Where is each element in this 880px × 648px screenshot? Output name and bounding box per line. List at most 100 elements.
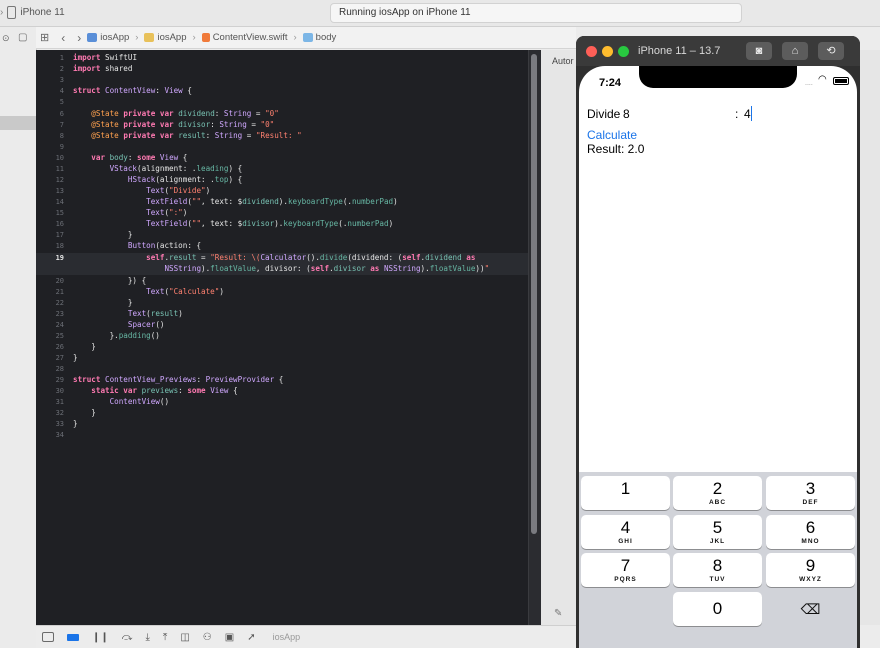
forward-arrow-icon[interactable]: › — [77, 31, 81, 45]
divisor-field[interactable] — [744, 107, 804, 121]
key-7[interactable]: 7 PQRS — [581, 553, 670, 587]
zoom-button[interactable] — [618, 46, 629, 57]
code-line: Text(result) — [127, 309, 183, 318]
pause-icon[interactable]: ❙❙ — [92, 632, 109, 643]
code-line: } — [73, 298, 133, 307]
key-4[interactable]: 4 GHI — [581, 515, 670, 549]
code-line: static var previews: some View { — [91, 386, 238, 395]
code-line: } — [73, 408, 96, 417]
battery-icon — [833, 77, 849, 85]
key-8[interactable]: 8 TUV — [673, 553, 762, 587]
key-9[interactable]: 9 WXYZ — [766, 553, 855, 587]
rotate-button[interactable]: ⟲ — [818, 42, 844, 60]
line-number: 23 — [55, 310, 64, 318]
line-number: 4 — [59, 87, 64, 95]
step-out-icon[interactable]: ⤒ — [163, 632, 167, 643]
home-button[interactable]: ⌂ — [782, 42, 808, 60]
hide-debug-area-icon[interactable] — [42, 632, 54, 642]
phone-screen: 7:24 .... ◠ Divide : Calculate Result: 2… — [579, 66, 857, 648]
step-over-icon[interactable]: ⤼ — [122, 632, 133, 643]
code-line: Button(action: { — [127, 241, 202, 250]
grid-icon[interactable]: ⊞ — [40, 31, 49, 44]
signal-icon: .... — [805, 80, 813, 87]
delete-key[interactable]: ⌫ — [766, 592, 855, 626]
code-line: Spacer() — [127, 320, 165, 329]
key-0[interactable]: 0 — [673, 592, 762, 626]
breadcrumb-project[interactable]: iosApp — [87, 32, 129, 43]
editor-scroll-thumb[interactable] — [531, 54, 537, 534]
key-1[interactable]: 1 — [581, 476, 670, 510]
line-number: 17 — [55, 231, 64, 239]
scheme-device-label: iPhone 11 — [20, 7, 65, 18]
pin-icon[interactable]: ✎ — [554, 608, 562, 619]
debug-app-label: iosApp — [272, 632, 301, 642]
breadcrumb-separator: › — [192, 32, 196, 43]
scheme-selector[interactable]: › iPhone 11 — [0, 4, 65, 21]
code-line: @State private var result: String = "Res… — [91, 131, 302, 140]
code-line: self.result = "Result: \(Calculator().di… — [146, 253, 476, 262]
key-6[interactable]: 6 MNO — [766, 515, 855, 549]
code-line: TextField("", text: $divisor).keyboardTy… — [146, 219, 394, 228]
line-number: 22 — [55, 299, 64, 307]
line-number: 27 — [55, 354, 64, 362]
step-in-icon[interactable]: ⤓ — [145, 632, 149, 643]
swift-file-icon — [201, 33, 210, 42]
minimize-button[interactable] — [602, 46, 613, 57]
code-line: @State private var divisor: String = "0" — [91, 120, 275, 129]
environment-overrides-icon[interactable]: ▣ — [225, 632, 234, 643]
line-number: 21 — [55, 288, 64, 296]
debug-bar: ❙❙ ⤼ ⤓ ⤒ ◫ ⚇ ▣ ➚ iosApp — [36, 625, 576, 648]
breadcrumb-folder[interactable]: iosApp — [144, 32, 187, 43]
close-button[interactable] — [586, 46, 597, 57]
property-icon — [302, 33, 313, 42]
delete-backward-icon: ⌫ — [800, 601, 821, 617]
breakpoints-icon[interactable] — [67, 633, 79, 641]
code-line: struct ContentView_Previews: PreviewProv… — [73, 375, 284, 384]
line-number: 7 — [59, 121, 64, 129]
code-line: Text(":") — [146, 208, 188, 217]
breadcrumb-symbol[interactable]: body — [302, 32, 336, 43]
dividend-field[interactable] — [623, 107, 723, 121]
line-number: 26 — [55, 343, 64, 351]
comment-icon[interactable]: ▢ — [18, 32, 27, 43]
line-number: 8 — [59, 132, 64, 140]
line-number: 24 — [55, 321, 64, 329]
simulator-window: iPhone 11 – 13.7 ◙ ⌂ ⟲ 7:24 .... ◠ Divid… — [576, 36, 860, 648]
navigator-icon[interactable]: ⊙ — [2, 33, 10, 44]
wifi-icon: ◠ — [818, 74, 827, 85]
divide-label: Divide — [587, 107, 621, 121]
line-number: 1 — [59, 54, 64, 62]
key-2[interactable]: 2 ABC — [673, 476, 762, 510]
status-time: 7:24 — [599, 77, 622, 89]
code-editor[interactable]: 1 2 3 4 5 6 7 8 9 10 11 12 13 14 15 16 17 18 19 20 21 22 23 24 2… — [36, 50, 528, 625]
line-number: 33 — [55, 420, 64, 428]
camera-icon: ◙ — [755, 45, 763, 57]
code-line: ContentView() — [109, 397, 170, 406]
line-number: 32 — [55, 409, 64, 417]
activity-status-text: Running iosApp on iPhone 11 — [339, 7, 471, 18]
breadcrumb-file[interactable]: ContentView.swift — [201, 32, 288, 43]
line-number: 3 — [59, 76, 64, 84]
rotate-icon: ⟲ — [826, 45, 836, 57]
code-line: } — [73, 353, 78, 362]
navigator-selected-row[interactable] — [0, 116, 36, 130]
memory-graph-icon[interactable]: ⚇ — [203, 632, 212, 643]
project-icon — [87, 33, 98, 42]
back-arrow-icon[interactable]: ‹ — [61, 31, 65, 45]
line-number: 10 — [55, 154, 64, 162]
location-icon[interactable]: ➚ — [247, 632, 255, 643]
line-number: 13 — [55, 187, 64, 195]
view-hierarchy-icon[interactable]: ◫ — [180, 632, 189, 643]
line-number: 9 — [59, 143, 64, 151]
code-line: }.padding() — [73, 331, 160, 340]
line-number: 2 — [59, 65, 64, 73]
code-line: Text("Calculate") — [146, 287, 224, 296]
key-3[interactable]: 3 DEF — [766, 476, 855, 510]
calculate-button[interactable]: Calculate — [587, 128, 637, 142]
jump-bar: ⊞ ‹ › iosApp › iosApp › ContentView.swif… — [36, 27, 576, 49]
screenshot-button[interactable]: ◙ — [746, 42, 772, 60]
simulator-titlebar: iPhone 11 – 13.7 ◙ ⌂ ⟲ — [576, 36, 860, 66]
code-line: @State private var dividend: String = "0… — [91, 109, 279, 118]
code-line: struct ContentView: View { — [73, 86, 192, 95]
key-5[interactable]: 5 JKL — [673, 515, 762, 549]
